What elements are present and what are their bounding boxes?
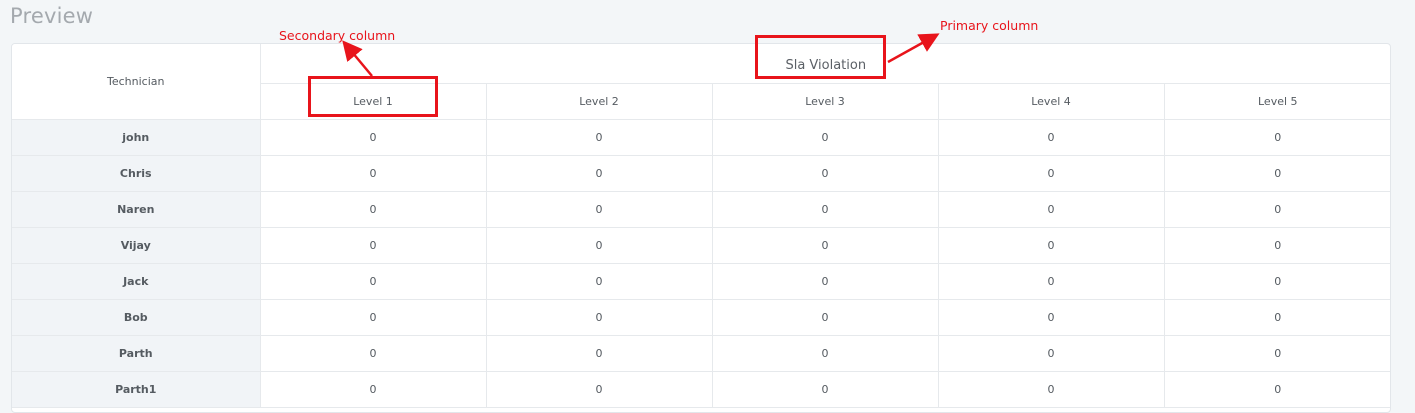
technician-name-cell: Naren bbox=[12, 190, 261, 228]
violation-count-cell: 0 bbox=[485, 190, 713, 228]
violation-count-cell: 0 bbox=[937, 262, 1165, 300]
primary-column-annotation: Primary column bbox=[940, 18, 1039, 33]
violation-count-cell: 0 bbox=[1163, 118, 1390, 156]
violation-count-cell: 0 bbox=[485, 154, 713, 192]
violation-count-cell: 0 bbox=[1163, 226, 1390, 264]
violation-count-cell: 0 bbox=[937, 226, 1165, 264]
violation-count-cell: 0 bbox=[1163, 334, 1390, 372]
table-row: Parth1 0 0 0 0 0 bbox=[12, 370, 1390, 408]
violation-count-cell: 0 bbox=[485, 118, 713, 156]
secondary-column-highlight-box bbox=[308, 76, 438, 117]
violation-count-cell: 0 bbox=[937, 334, 1165, 372]
violation-count-cell: 0 bbox=[259, 298, 487, 336]
table-row: Bob 0 0 0 0 0 bbox=[12, 298, 1390, 336]
violation-count-cell: 0 bbox=[259, 226, 487, 264]
violation-count-cell: 0 bbox=[711, 370, 939, 408]
table-row: Naren 0 0 0 0 0 bbox=[12, 190, 1390, 228]
secondary-column-annotation: Secondary column bbox=[279, 28, 396, 43]
table-row: Chris 0 0 0 0 0 bbox=[12, 154, 1390, 192]
violation-count-cell: 0 bbox=[1163, 370, 1390, 408]
violation-count-cell: 0 bbox=[485, 334, 713, 372]
violation-count-cell: 0 bbox=[937, 118, 1165, 156]
violation-count-cell: 0 bbox=[259, 334, 487, 372]
technician-column-header: Technician bbox=[12, 44, 261, 120]
violation-count-cell: 0 bbox=[937, 370, 1165, 408]
technician-name-cell: Parth1 bbox=[12, 370, 261, 408]
table-row: Jack 0 0 0 0 0 bbox=[12, 262, 1390, 300]
violation-count-cell: 0 bbox=[485, 262, 713, 300]
violation-count-cell: 0 bbox=[259, 118, 487, 156]
violation-count-cell: 0 bbox=[711, 262, 939, 300]
violation-count-cell: 0 bbox=[1163, 154, 1390, 192]
violation-count-cell: 0 bbox=[1163, 298, 1390, 336]
level-column-header: Level 3 bbox=[711, 82, 939, 120]
table-row: Parth 0 0 0 0 0 bbox=[12, 334, 1390, 372]
violation-count-cell: 0 bbox=[259, 190, 487, 228]
violation-count-cell: 0 bbox=[937, 154, 1165, 192]
violation-count-cell: 0 bbox=[937, 298, 1165, 336]
table-row: john 0 0 0 0 0 bbox=[12, 118, 1390, 156]
violation-count-cell: 0 bbox=[711, 154, 939, 192]
violation-count-cell: 0 bbox=[485, 370, 713, 408]
violation-count-cell: 0 bbox=[259, 370, 487, 408]
violation-count-cell: 0 bbox=[259, 262, 487, 300]
violation-count-cell: 0 bbox=[711, 298, 939, 336]
violation-count-cell: 0 bbox=[259, 154, 487, 192]
violation-count-cell: 0 bbox=[485, 226, 713, 264]
technician-name-cell: Chris bbox=[12, 154, 261, 192]
table-row: Vijay 0 0 0 0 0 bbox=[12, 226, 1390, 264]
technician-name-cell: john bbox=[12, 118, 261, 156]
violation-count-cell: 0 bbox=[1163, 262, 1390, 300]
primary-column-highlight-box bbox=[755, 35, 886, 79]
level-column-header: Level 5 bbox=[1163, 82, 1390, 120]
technician-name-cell: Parth bbox=[12, 334, 261, 372]
violation-count-cell: 0 bbox=[711, 118, 939, 156]
violation-count-cell: 0 bbox=[711, 226, 939, 264]
violation-count-cell: 0 bbox=[1163, 190, 1390, 228]
report-table: Technician Sla Violation Level 1 Level 2L… bbox=[12, 44, 1390, 408]
level-column-header: Level 2 bbox=[485, 82, 713, 120]
technician-name-cell: Bob bbox=[12, 298, 261, 336]
violation-count-cell: 0 bbox=[711, 190, 939, 228]
page-title: Preview bbox=[10, 4, 94, 28]
violation-count-cell: 0 bbox=[937, 190, 1165, 228]
level-column-header: Level 4 bbox=[937, 82, 1165, 120]
technician-name-cell: Jack bbox=[12, 262, 261, 300]
violation-count-cell: 0 bbox=[711, 334, 939, 372]
violation-count-cell: 0 bbox=[485, 298, 713, 336]
technician-name-cell: Vijay bbox=[12, 226, 261, 264]
report-table-panel: Technician Sla Violation Level 1 Level 2L… bbox=[11, 43, 1391, 413]
